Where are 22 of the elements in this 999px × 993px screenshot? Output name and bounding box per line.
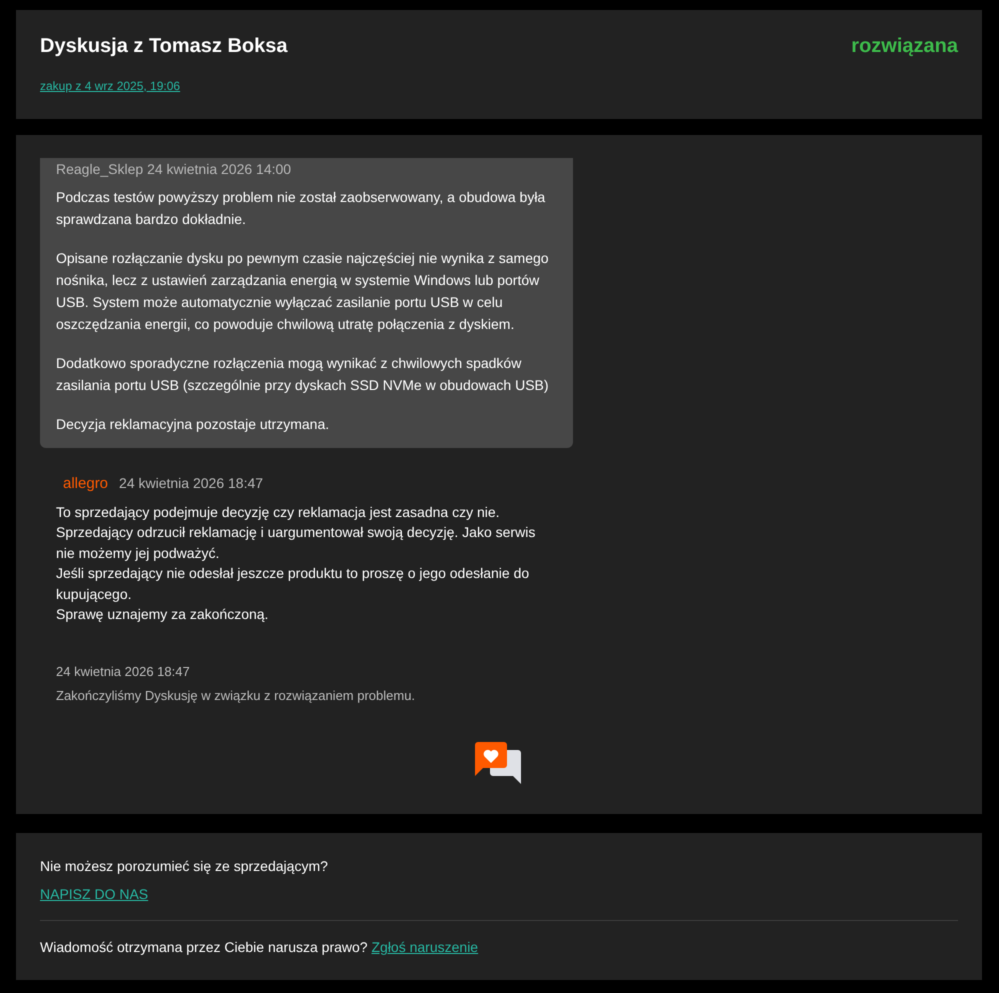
system-message: Zakończyliśmy Dyskusję w związku z rozwiązaniem problemu. [56, 687, 416, 706]
message-text: Sprzedający odrzucił reklamację i uargumentował swoją decyzję. Jako serwis nie możemy jej podważyć. [56, 523, 536, 563]
discussion-status: rozwiązana [851, 34, 958, 59]
purchase-link[interactable]: zakup z 4 wrz 2025, 19:06 [40, 79, 180, 93]
chat-heart-icon [475, 742, 523, 784]
contact-link[interactable]: NAPISZ DO NAS [40, 884, 148, 904]
sender-logo: allegro [63, 474, 108, 494]
message-text: Sprawę uznajemy za zakończoną. [56, 605, 270, 624]
report-link[interactable]: Zgłoś naruszenie [371, 939, 478, 956]
message-text: Decyzja reklamacyjna pozostaje utrzymana. [56, 415, 330, 434]
discussion-title: Dyskusja z Tomasz Boksa [40, 34, 288, 59]
message-time: 24 kwietnia 2026 18:47 [119, 474, 264, 493]
report-text: Wiadomość otrzymana przez Ciebie narusza prawo? [40, 939, 368, 956]
message-text: Opisane rozłączanie dysku po pewnym czasie najczęściej nie wynika z samego nośnika, lecz z ustawień zarządzania energią w systemie Windows lub portów USB. System może automatycznie wyłączać zasilanie portu USB w celu oszczędzania energii, co powoduje chwilową utratę połączenia z dyskiem. [56, 249, 550, 334]
message-text: To sprzedający podejmuje decyzję czy reklamacja jest zasadna czy nie. [56, 503, 501, 522]
help-question: Nie możesz porozumieć się ze sprzedającym? [40, 857, 328, 876]
author-name: Reagle_Sklep [56, 161, 144, 177]
message-time: 24 kwietnia 2026 18:47 [56, 663, 191, 682]
message-text: Dodatkowo sporadyczne rozłączenia mogą wynikać z chwilowych spadków zasilania portu USB (szczególnie przy dyskach SSD NVMe w obudowach USB) [56, 354, 550, 395]
message-time: 24 kwietnia 2026 14:00 [147, 161, 292, 177]
message-text: Podczas testów powyższy problem nie został zaobserwowany, a obudowa była sprawdzana bardzo dokładnie. [56, 188, 546, 229]
message-text: Jeśli sprzedający nie odesłał jeszcze produktu to proszę o jego odesłanie do kupującego. [56, 564, 530, 604]
